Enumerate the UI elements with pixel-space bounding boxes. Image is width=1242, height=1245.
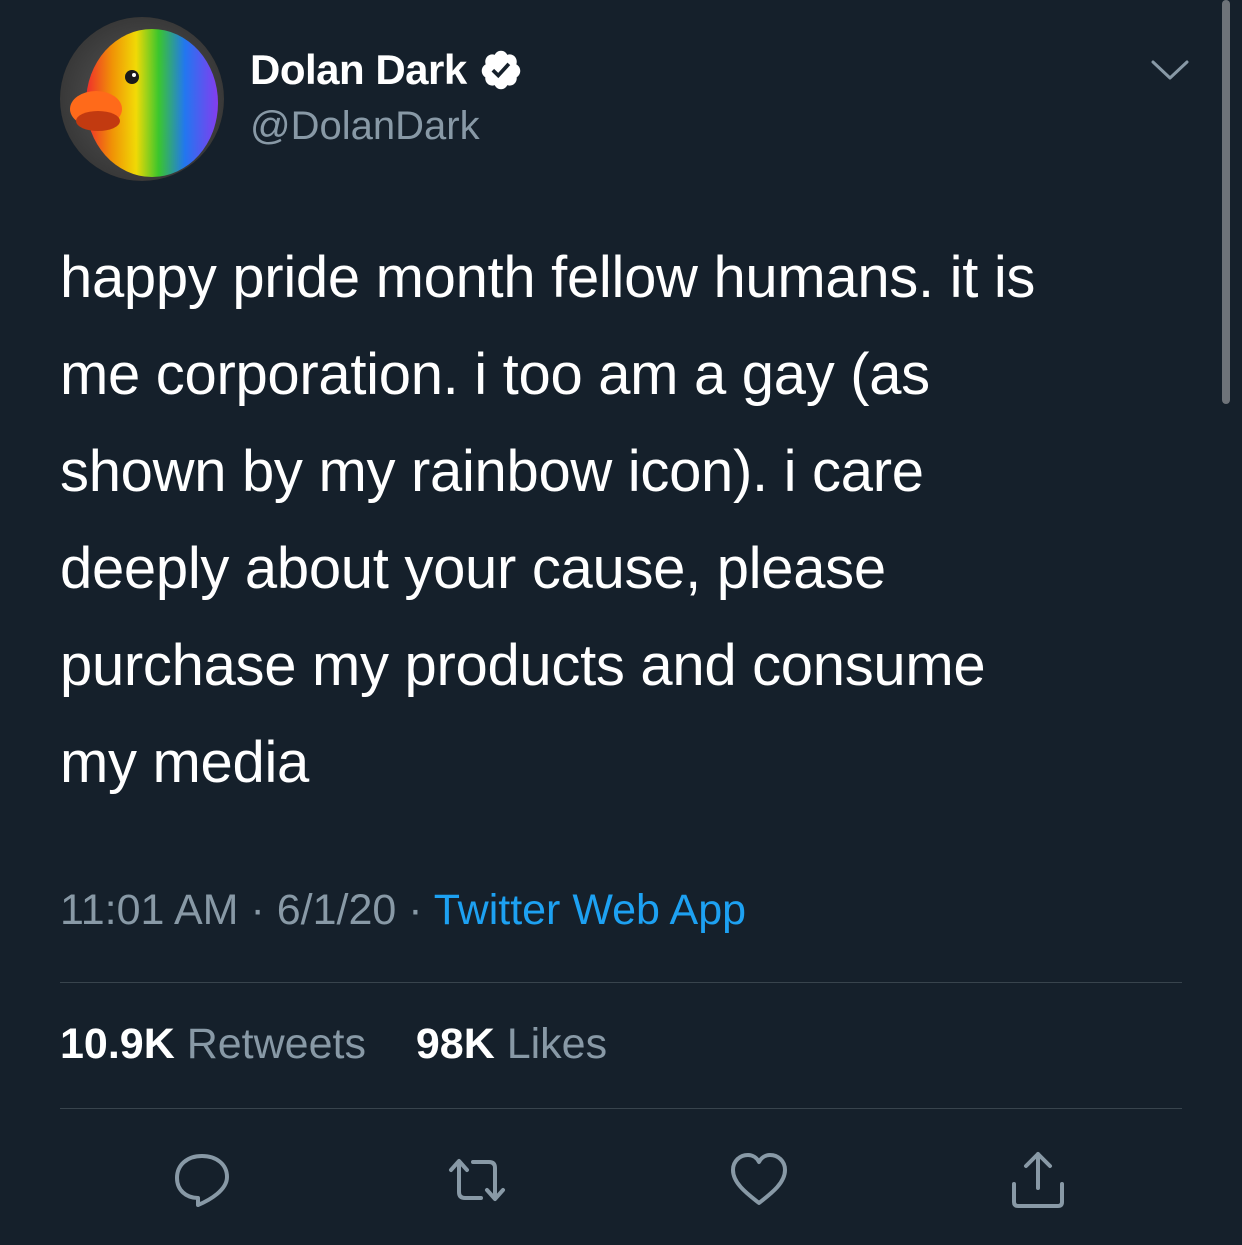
tweet-text-line: me corporation. i too am a gay (as <box>60 342 930 407</box>
tweet-text-line: my media <box>60 730 309 795</box>
tweet-time: 11:01 AM <box>60 886 239 934</box>
meta-separator: · <box>408 886 423 934</box>
chevron-down-icon[interactable] <box>1150 56 1190 84</box>
author-handle[interactable]: @DolanDark <box>250 104 480 149</box>
heart-icon[interactable] <box>727 1148 791 1212</box>
likes-stat[interactable]: 98K Likes <box>416 1020 607 1068</box>
retweets-label: Retweets <box>186 1020 366 1068</box>
retweets-stat[interactable]: 10.9K Retweets <box>60 1020 378 1068</box>
retweets-count: 10.9K <box>60 1020 175 1068</box>
meta-separator: · <box>250 886 265 934</box>
divider <box>60 982 1182 983</box>
share-icon[interactable] <box>1006 1148 1070 1212</box>
scrollbar[interactable] <box>1222 0 1230 404</box>
author-name-row[interactable]: Dolan Dark <box>250 42 523 98</box>
tweet-detail: Dolan Dark @DolanDark happy pride month … <box>0 0 1242 1245</box>
tweet-stats: 10.9K Retweets 98K Likes <box>60 1020 607 1069</box>
tweet-text-line: happy pride month fellow humans. it is <box>60 245 1036 310</box>
tweet-date: 6/1/20 <box>276 886 397 934</box>
display-name[interactable]: Dolan Dark <box>250 46 467 94</box>
reply-icon[interactable] <box>170 1148 234 1212</box>
divider <box>60 1108 1182 1109</box>
tweet-text-line: deeply about your cause, please <box>60 536 886 601</box>
likes-label: Likes <box>506 1020 608 1068</box>
tweet-text: happy pride month fellow humans. it is m… <box>60 229 1200 811</box>
retweet-icon[interactable] <box>445 1148 509 1212</box>
rainbow-duck-avatar-image <box>60 17 224 181</box>
tweet-metadata: 11:01 AM · 6/1/20 · Twitter Web App <box>60 886 746 935</box>
tweet-source-link[interactable]: Twitter Web App <box>434 886 746 934</box>
tweet-text-line: purchase my products and consume <box>60 633 986 698</box>
avatar[interactable] <box>60 17 224 181</box>
tweet-text-line: shown by my rainbow icon). i care <box>60 439 924 504</box>
likes-count: 98K <box>415 1020 495 1068</box>
verified-badge-icon <box>479 48 523 92</box>
